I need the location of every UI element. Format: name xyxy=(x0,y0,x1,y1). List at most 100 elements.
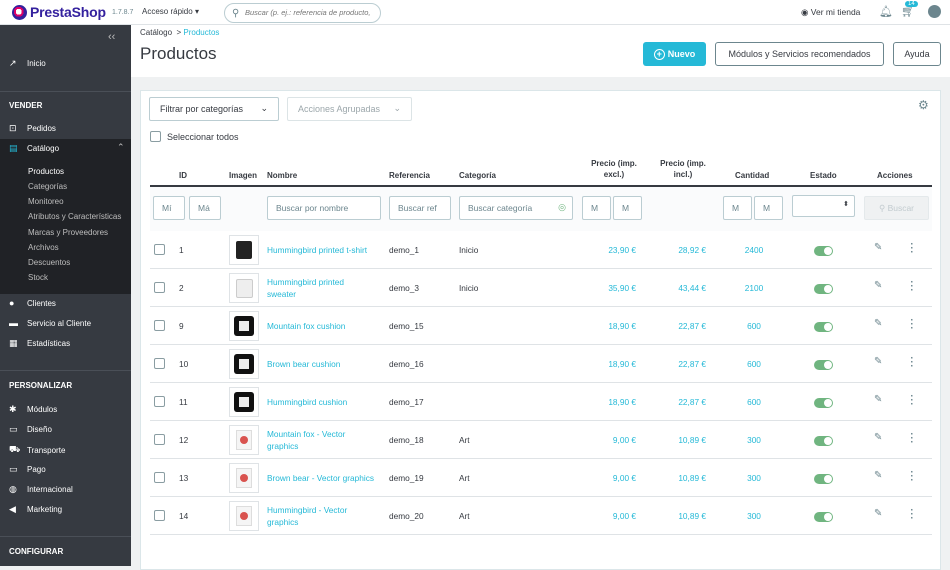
filter-id-min-input[interactable]: Mí xyxy=(153,196,185,220)
more-options-icon[interactable]: · · · xyxy=(910,506,914,524)
filter-price-excl-min-input[interactable]: M xyxy=(582,196,611,220)
product-price-incl[interactable]: 10,89 € xyxy=(650,510,706,522)
row-checkbox[interactable] xyxy=(154,358,165,369)
column-header-status[interactable]: Estado xyxy=(810,170,837,181)
product-price-incl[interactable]: 28,92 € xyxy=(650,244,706,256)
search-input[interactable] xyxy=(245,8,375,17)
product-name-link[interactable]: Brown bear - Vector graphics xyxy=(267,472,382,484)
product-thumbnail[interactable] xyxy=(229,311,259,341)
filter-price-excl-max-input[interactable]: M xyxy=(613,196,642,220)
cart-icon[interactable]: 🛒︎ 14 xyxy=(901,1,918,18)
product-price-incl[interactable]: 22,87 € xyxy=(650,320,706,332)
product-quantity[interactable]: 300 xyxy=(730,434,778,446)
product-price-incl[interactable]: 22,87 € xyxy=(650,358,706,370)
product-thumbnail[interactable] xyxy=(229,463,259,493)
more-options-icon[interactable]: · · · xyxy=(910,392,914,410)
filter-qty-max-input[interactable]: M xyxy=(754,196,783,220)
sidebar-subitem-descuentos[interactable]: Descuentos xyxy=(28,258,70,267)
row-checkbox[interactable] xyxy=(154,396,165,407)
sidebar-item-internacional[interactable]: ◍ Internacional xyxy=(9,484,73,495)
product-price-excl[interactable]: 9,00 € xyxy=(580,434,636,446)
column-header-reference[interactable]: Referencia xyxy=(389,170,430,181)
product-price-excl[interactable]: 18,90 € xyxy=(580,396,636,408)
sidebar-item-servicio[interactable]: ▬ Servicio al Cliente xyxy=(9,318,91,328)
row-checkbox[interactable] xyxy=(154,510,165,521)
edit-pencil-icon[interactable]: ✎ xyxy=(874,280,882,291)
gear-icon[interactable]: ⚙ xyxy=(918,98,929,112)
product-price-excl[interactable]: 18,90 € xyxy=(580,358,636,370)
bulk-actions-dropdown[interactable]: Acciones Agrupadas ⌄ xyxy=(287,97,412,121)
select-all-checkbox[interactable] xyxy=(150,131,161,142)
product-thumbnail[interactable] xyxy=(229,425,259,455)
product-price-incl[interactable]: 43,44 € xyxy=(650,282,706,294)
product-price-excl[interactable]: 18,90 € xyxy=(580,320,636,332)
view-shop-link[interactable]: ◉ Ver mi tienda xyxy=(801,7,860,18)
filter-id-max-input[interactable]: Má xyxy=(189,196,221,220)
sidebar-subitem-marcas[interactable]: Marcas y Proveedores xyxy=(28,228,108,237)
more-options-icon[interactable]: · · · xyxy=(910,316,914,334)
product-price-excl[interactable]: 9,00 € xyxy=(580,510,636,522)
row-checkbox[interactable] xyxy=(154,282,165,293)
product-name-link[interactable]: Hummingbird printed sweater xyxy=(267,276,382,300)
more-options-icon[interactable]: · · · xyxy=(910,354,914,372)
product-name-link[interactable]: Hummingbird printed t-shirt xyxy=(267,244,382,256)
recommended-modules-button[interactable]: Módulos y Servicios recomendados xyxy=(715,42,884,66)
more-options-icon[interactable]: · · · xyxy=(910,430,914,448)
sidebar-item-diseno[interactable]: ▭ Diseño xyxy=(9,424,52,435)
product-name-link[interactable]: Mountain fox cushion xyxy=(267,320,382,332)
edit-pencil-icon[interactable]: ✎ xyxy=(874,470,882,481)
column-header-price-excl[interactable]: Precio (imp. excl.) xyxy=(587,158,641,180)
status-toggle[interactable] xyxy=(814,474,833,484)
product-price-excl[interactable]: 9,00 € xyxy=(580,472,636,484)
edit-pencil-icon[interactable]: ✎ xyxy=(874,356,882,367)
more-options-icon[interactable]: · · · xyxy=(910,240,914,258)
sidebar-subitem-monitoreo[interactable]: Monitoreo xyxy=(28,197,64,206)
filter-category-input[interactable]: Buscar categoría ◎ xyxy=(459,196,573,220)
status-toggle[interactable] xyxy=(814,322,833,332)
sidebar-subitem-productos[interactable]: Productos xyxy=(28,167,64,176)
product-price-incl[interactable]: 10,89 € xyxy=(650,472,706,484)
sidebar-item-catalogo[interactable]: ▤ Catálogo xyxy=(9,143,59,154)
user-avatar-icon[interactable] xyxy=(928,5,941,18)
quick-access-dropdown[interactable]: Acceso rápido ▾ xyxy=(142,7,199,16)
column-header-name[interactable]: Nombre xyxy=(267,170,297,181)
product-name-link[interactable]: Hummingbird - Vector graphics xyxy=(267,504,382,528)
product-quantity[interactable]: 2400 xyxy=(730,244,778,256)
search-box[interactable]: ⚲ xyxy=(224,3,381,23)
search-filter-button[interactable]: ⚲ Buscar xyxy=(864,196,929,220)
sidebar-subitem-atributos[interactable]: Atributos y Características xyxy=(28,212,121,221)
column-header-category[interactable]: Categoría xyxy=(459,170,496,181)
status-toggle[interactable] xyxy=(814,360,833,370)
column-header-quantity[interactable]: Cantidad xyxy=(735,170,769,181)
product-price-excl[interactable]: 35,90 € xyxy=(580,282,636,294)
product-thumbnail[interactable] xyxy=(229,349,259,379)
edit-pencil-icon[interactable]: ✎ xyxy=(874,318,882,329)
edit-pencil-icon[interactable]: ✎ xyxy=(874,242,882,253)
sidebar-subitem-stock[interactable]: Stock xyxy=(28,273,48,282)
product-price-excl[interactable]: 23,90 € xyxy=(580,244,636,256)
sidebar-subitem-categorias[interactable]: Categorías xyxy=(28,182,67,191)
prestashop-logo[interactable]: PrestaShop xyxy=(12,4,106,20)
row-checkbox[interactable] xyxy=(154,244,165,255)
clear-filter-icon[interactable]: ◎ xyxy=(558,202,566,213)
product-quantity[interactable]: 600 xyxy=(730,396,778,408)
filter-categories-dropdown[interactable]: Filtrar por categorías ⌄ xyxy=(149,97,279,121)
new-product-button[interactable]: + Nuevo xyxy=(643,42,706,66)
filter-name-input[interactable]: Buscar por nombre xyxy=(267,196,381,220)
product-thumbnail[interactable] xyxy=(229,273,259,303)
product-name-link[interactable]: Mountain fox - Vector graphics xyxy=(267,428,382,452)
row-checkbox[interactable] xyxy=(154,320,165,331)
bell-icon[interactable]: 🔔︎ xyxy=(879,5,893,18)
product-price-incl[interactable]: 22,87 € xyxy=(650,396,706,408)
row-checkbox[interactable] xyxy=(154,434,165,445)
sidebar-item-pedidos[interactable]: ⊡ Pedidos xyxy=(9,123,56,134)
filter-qty-min-input[interactable]: M xyxy=(723,196,752,220)
edit-pencil-icon[interactable]: ✎ xyxy=(874,394,882,405)
status-toggle[interactable] xyxy=(814,436,833,446)
more-options-icon[interactable]: · · · xyxy=(910,468,914,486)
row-checkbox[interactable] xyxy=(154,472,165,483)
product-thumbnail[interactable] xyxy=(229,501,259,531)
sidebar-item-inicio[interactable]: ↗ Inicio xyxy=(9,58,46,69)
product-quantity[interactable]: 2100 xyxy=(730,282,778,294)
product-quantity[interactable]: 300 xyxy=(730,510,778,522)
